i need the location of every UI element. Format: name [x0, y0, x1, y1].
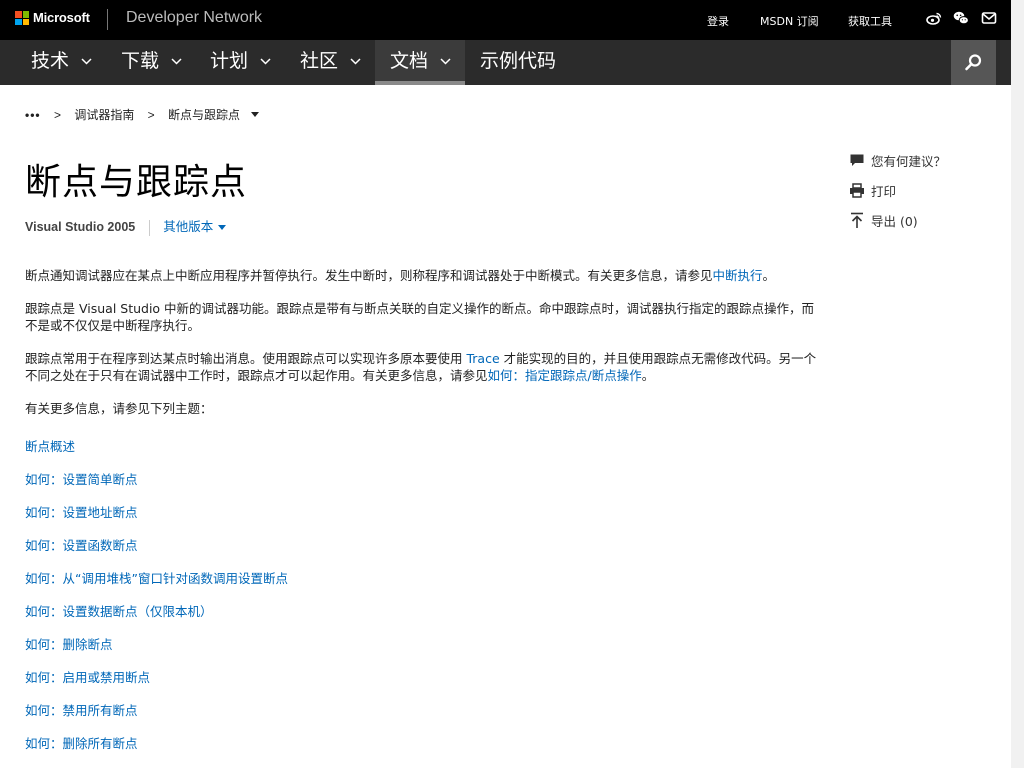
breadcrumb-current[interactable]: 断点与跟踪点 [168, 106, 240, 123]
tracepoint-action-link[interactable]: 如何：指定跟踪点/断点操作 [488, 368, 642, 383]
microsoft-brand[interactable]: Microsoft [33, 10, 90, 25]
wechat-icon[interactable] [953, 10, 969, 26]
topic-link[interactable]: 如何：删除断点 [25, 634, 113, 653]
get-tools-link[interactable]: 获取工具 [848, 13, 892, 29]
caret-down-icon [218, 225, 227, 231]
nav-label: 下载 [121, 50, 160, 72]
msdn-subscription-link[interactable]: MSDN 订阅 [760, 13, 819, 29]
brand-divider [107, 9, 108, 30]
export-link[interactable]: 导出 (0) [849, 211, 918, 230]
nav-label: 文档 [390, 50, 429, 72]
top-bar: Microsoft Developer Network 登录 MSDN 订阅 获… [0, 0, 1011, 40]
article-body: 断点通知调试器应在某点上中断应用程序并暂停执行。发生中断时，则称程序和调试器处于… [25, 267, 825, 433]
breadcrumb-separator: > [53, 107, 61, 122]
topic-link[interactable]: 如何：设置数据断点（仅限本机） [25, 601, 213, 620]
paragraph: 有关更多信息，请参见下列主题： [25, 401, 213, 416]
paragraph: 断点通知调试器应在某点上中断应用程序并暂停执行。发生中断时，则称程序和调试器处于… [25, 267, 825, 284]
nav-item-programs[interactable]: 计划 [200, 40, 282, 85]
microsoft-logo-icon[interactable] [15, 11, 29, 25]
nav-item-docs[interactable]: 文档 [375, 40, 465, 85]
scrollbar[interactable] [1011, 0, 1024, 768]
breadcrumb-separator: > [147, 107, 155, 122]
print-icon [850, 183, 864, 198]
chevron-down-icon [440, 58, 451, 65]
feedback-link[interactable]: 您有何建议？ [849, 151, 946, 170]
chevron-down-icon [350, 58, 361, 65]
site-name[interactable]: Developer Network [126, 9, 262, 27]
break-execution-link[interactable]: 中断执行 [713, 268, 763, 283]
nav-item-community[interactable]: 社区 [290, 40, 372, 85]
version-row: Visual Studio 2005 其他版本 [25, 216, 227, 236]
topic-link[interactable]: 如何：禁用所有断点 [25, 700, 138, 719]
chevron-down-icon [260, 58, 271, 65]
paragraph-text: 跟踪点常用于在程序到达某点时输出消息。使用跟踪点可以实现许多原本要使用 [25, 351, 467, 366]
nav-label: 示例代码 [480, 50, 557, 72]
other-versions-dropdown[interactable]: 其他版本 [163, 220, 227, 234]
caret-down-icon[interactable] [251, 112, 260, 117]
other-versions-label: 其他版本 [163, 220, 214, 234]
topic-link[interactable]: 如何：设置简单断点 [25, 469, 138, 488]
comment-icon [850, 154, 864, 166]
export-label: 导出 (0) [871, 214, 918, 229]
nav-item-code-samples[interactable]: 示例代码 [470, 40, 570, 85]
topic-link[interactable]: 如何：设置地址断点 [25, 502, 138, 521]
topic-link[interactable]: 如何：设置函数断点 [25, 535, 138, 554]
page-title: 断点与跟踪点 [25, 162, 248, 203]
nav-label: 社区 [300, 50, 339, 72]
breadcrumb-ellipsis[interactable]: ••• [25, 108, 41, 122]
paragraph: 跟踪点常用于在程序到达某点时输出消息。使用跟踪点可以实现许多原本要使用 Trac… [25, 350, 825, 384]
print-label: 打印 [871, 184, 897, 199]
feedback-label: 您有何建议？ [871, 154, 947, 169]
paragraph: 跟踪点是 Visual Studio 中新的调试器功能。跟踪点是带有与断点关联的… [25, 301, 815, 333]
trace-link[interactable]: Trace [466, 351, 499, 366]
paragraph-text: 。 [641, 368, 655, 383]
nav-label: 技术 [31, 50, 70, 72]
breadcrumb-debugger-guide[interactable]: 调试器指南 [74, 106, 134, 123]
print-link[interactable]: 打印 [849, 181, 896, 200]
login-link[interactable]: 登录 [707, 13, 729, 29]
email-icon[interactable] [981, 10, 997, 26]
nav-item-downloads[interactable]: 下载 [110, 40, 192, 85]
search-button[interactable] [951, 40, 996, 85]
export-icon [851, 212, 863, 228]
nav-item-tech[interactable]: 技术 [20, 40, 102, 85]
topic-link[interactable]: 如何：删除所有断点 [25, 733, 138, 752]
version-divider [148, 219, 150, 236]
main-nav: 技术 下载 计划 社区 文档 示例代码 [0, 40, 1011, 85]
nav-label: 计划 [210, 50, 249, 72]
topic-link[interactable]: 断点概述 [25, 436, 75, 455]
topic-link[interactable]: 如何：启用或禁用断点 [25, 667, 150, 686]
paragraph-text: 断点通知调试器应在某点上中断应用程序并暂停执行。发生中断时，则称程序和调试器处于… [25, 268, 713, 283]
topic-link[interactable]: 如何：从“调用堆栈”窗口针对函数调用设置断点 [25, 568, 288, 587]
weibo-icon[interactable] [926, 10, 942, 26]
search-icon [965, 54, 982, 71]
version-label: Visual Studio 2005 [25, 220, 136, 234]
breadcrumb: ••• > 调试器指南 > 断点与跟踪点 [25, 106, 260, 123]
chevron-down-icon [171, 58, 182, 65]
chevron-down-icon [81, 58, 92, 65]
paragraph-text: 。 [762, 268, 776, 283]
